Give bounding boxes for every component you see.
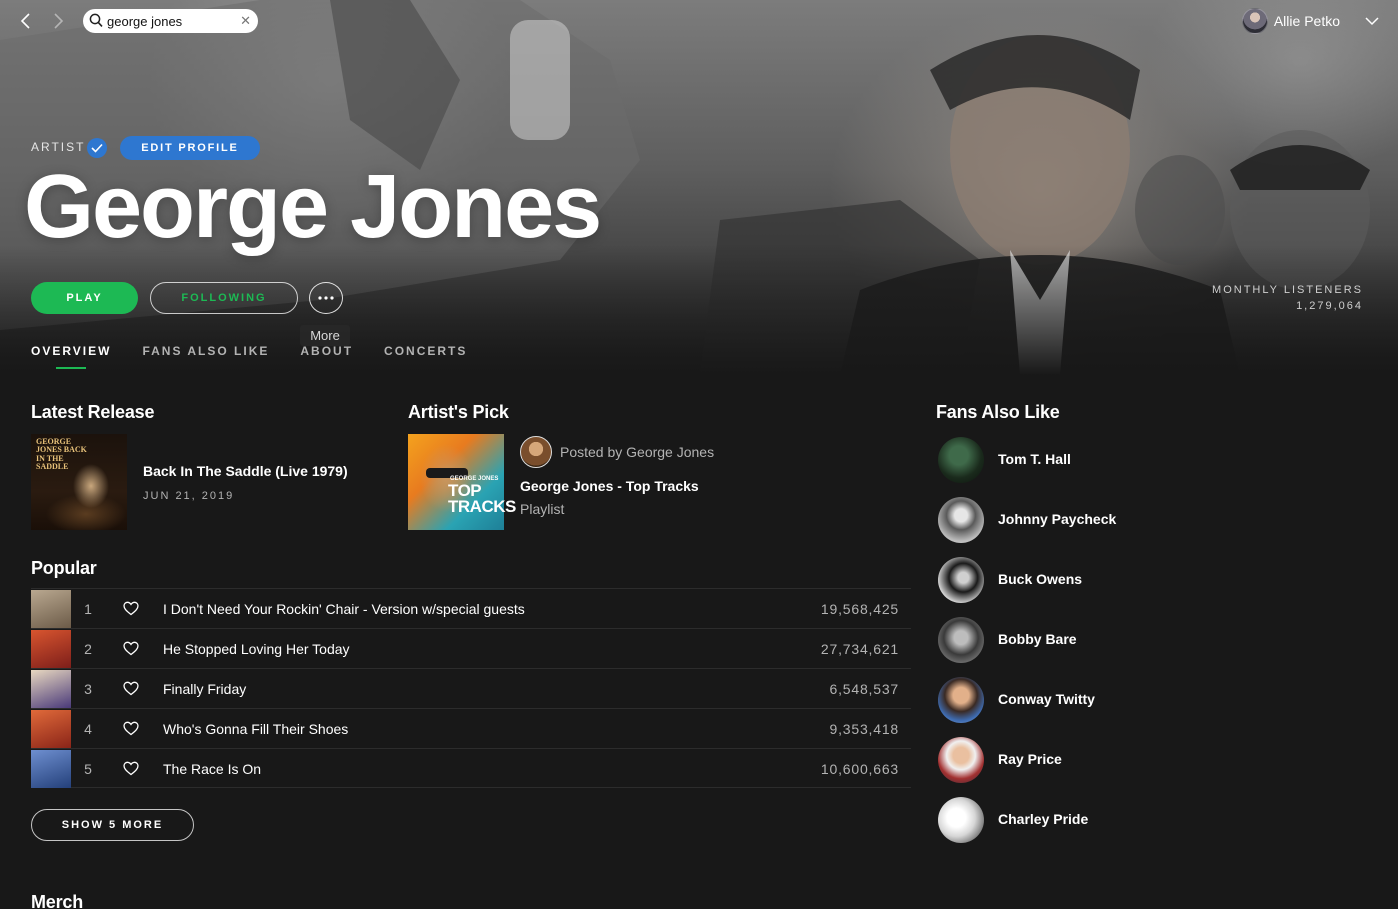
artists-pick-cover-big-text: TOP TRACKS [448,481,516,517]
monthly-listeners-label: MONTHLY LISTENERS [1212,284,1363,296]
related-artist-name: Buck Owens [998,571,1083,587]
artists-pick-posted-by: Posted by George Jones [560,444,715,460]
track-row[interactable]: 4 Who's Gonna Fill Their Shoes 9,353,418 [31,708,911,748]
track-number: 1 [84,601,92,617]
tab-fans-also-like[interactable]: FANS ALSO LIKE [142,344,269,368]
heart-icon[interactable] [123,761,139,777]
related-artist-item[interactable]: Buck Owens [938,556,1238,604]
latest-release-title[interactable]: Back In The Saddle (Live 1979) [143,463,348,479]
verified-check-icon [87,138,107,158]
track-title[interactable]: The Race Is On [163,761,261,777]
track-row[interactable]: 2 He Stopped Loving Her Today 27,734,621 [31,628,911,668]
heart-icon[interactable] [123,721,139,737]
related-artist-item[interactable]: Johnny Paycheck [938,496,1238,544]
merch-heading: Merch [31,892,84,909]
related-artist-name: Bobby Bare [998,631,1077,647]
track-thumbnail [31,630,71,668]
track-title[interactable]: I Don't Need Your Rockin' Chair - Versio… [163,601,525,617]
artist-tabs: OVERVIEW FANS ALSO LIKE ABOUT CONCERTS [31,344,498,369]
related-artist-avatar [938,497,984,543]
artists-pick-heading: Artist's Pick [408,402,509,422]
related-artist-avatar [938,437,984,483]
search-box: ✕ [83,9,258,33]
related-artist-avatar [938,797,984,843]
show-more-button[interactable]: SHOW 5 MORE [31,809,194,841]
clear-search-icon[interactable]: ✕ [240,13,251,29]
track-title[interactable]: Who's Gonna Fill Their Shoes [163,721,348,737]
track-thumbnail [31,750,71,788]
related-artist-name: Ray Price [998,751,1062,767]
artists-pick-type: Playlist [520,501,565,517]
top-bar: ✕ Allie Petko [0,0,1398,42]
monthly-listeners-count: 1,279,064 [1296,300,1363,312]
search-icon [89,13,103,33]
artists-pick-title[interactable]: George Jones - Top Tracks [520,478,699,494]
track-thumbnail [31,590,71,628]
related-artist-name: Charley Pride [998,811,1089,827]
ellipsis-icon [318,296,334,300]
track-play-count: 6,548,537 [829,681,899,697]
related-artist-avatar [938,677,984,723]
track-number: 5 [84,761,92,777]
chevron-down-icon[interactable] [1364,13,1380,29]
latest-release-cover-text: GEORGE JONES BACK IN THE SADDLE [36,437,87,472]
more-tooltip: More [300,325,350,346]
related-artist-item[interactable]: Ray Price [938,736,1238,784]
heart-icon[interactable] [123,641,139,657]
tab-overview[interactable]: OVERVIEW [31,344,111,369]
track-thumbnail [31,670,71,708]
track-row[interactable]: 3 Finally Friday 6,548,537 [31,668,911,708]
artists-pick-cover[interactable]: GEORGE JONES TOP TRACKS [408,434,516,530]
related-artist-name: Tom T. Hall [998,451,1071,467]
user-name: Allie Petko [1273,13,1340,29]
more-options-button[interactable] [309,282,343,314]
fans-also-like-heading: Fans Also Like [936,402,1060,422]
track-play-count: 9,353,418 [829,721,899,737]
tab-concerts[interactable]: CONCERTS [384,344,467,368]
artist-type-label: ARTIST [31,140,86,154]
artists-pick-avatar [520,436,552,468]
latest-release-date: JUN 21, 2019 [143,490,235,502]
track-row[interactable]: 5 The Race Is On 10,600,663 [31,748,911,788]
latest-release-cover[interactable]: GEORGE JONES BACK IN THE SADDLE [31,434,127,530]
heart-icon[interactable] [123,601,139,617]
forward-arrow-icon[interactable] [48,10,70,32]
track-number: 3 [84,681,92,697]
play-button[interactable]: PLAY [31,282,138,314]
related-artist-item[interactable]: Charley Pride [938,796,1238,844]
following-button[interactable]: FOLLOWING [150,282,298,314]
related-artist-name: Conway Twitty [998,691,1095,707]
track-play-count: 27,734,621 [820,641,899,657]
artist-name: George Jones [24,157,602,257]
user-avatar [1241,8,1268,34]
track-number: 2 [84,641,92,657]
related-artist-avatar [938,737,984,783]
related-artist-item[interactable]: Conway Twitty [938,676,1238,724]
track-play-count: 10,600,663 [820,761,899,777]
related-artist-avatar [938,557,984,603]
search-input[interactable] [107,11,237,31]
tab-about[interactable]: ABOUT [300,344,353,368]
user-menu[interactable]: Allie Petko [1241,7,1380,35]
heart-icon[interactable] [123,681,139,697]
track-thumbnail [31,710,71,748]
track-title[interactable]: He Stopped Loving Her Today [163,641,350,657]
related-artist-item[interactable]: Tom T. Hall [938,436,1238,484]
related-artist-name: Johnny Paycheck [998,511,1117,527]
back-arrow-icon[interactable] [14,10,36,32]
related-artist-item[interactable]: Bobby Bare [938,616,1238,664]
related-artist-avatar [938,617,984,663]
track-number: 4 [84,721,92,737]
track-play-count: 19,568,425 [820,601,899,617]
track-row[interactable]: 1 I Don't Need Your Rockin' Chair - Vers… [31,588,911,628]
popular-tracks-list: 1 I Don't Need Your Rockin' Chair - Vers… [31,588,911,788]
latest-release-heading: Latest Release [31,402,155,422]
popular-heading: Popular [31,558,97,578]
track-title[interactable]: Finally Friday [163,681,246,697]
